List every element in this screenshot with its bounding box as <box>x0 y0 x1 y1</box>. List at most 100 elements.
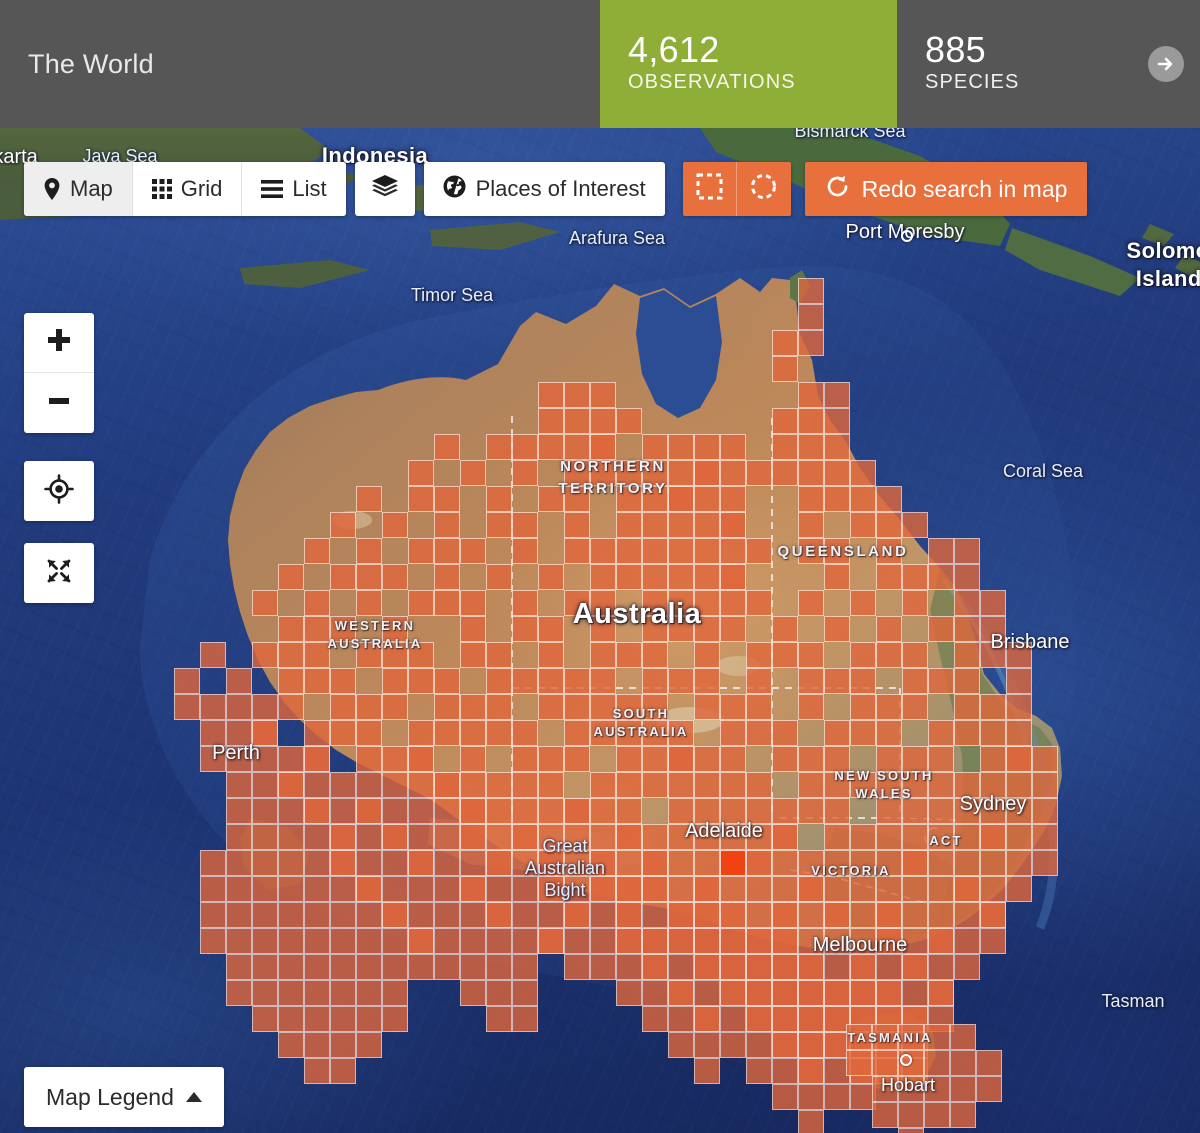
observation-grid-cell[interactable] <box>564 928 590 954</box>
observation-grid-cell[interactable] <box>512 434 538 460</box>
observation-grid-cell[interactable] <box>434 876 460 902</box>
observation-grid-cell[interactable] <box>252 850 278 876</box>
observation-grid-cell[interactable] <box>304 668 330 694</box>
observation-grid-cell[interactable] <box>564 720 590 746</box>
observation-grid-cell[interactable] <box>382 564 408 590</box>
observation-grid-cell[interactable] <box>564 824 590 850</box>
tab-list[interactable]: List <box>242 162 346 216</box>
observation-grid-cell[interactable] <box>382 876 408 902</box>
observation-grid-cell[interactable] <box>330 954 356 980</box>
observation-grid-cell[interactable] <box>1006 746 1032 772</box>
observation-grid-cell[interactable] <box>616 538 642 564</box>
observation-grid-cell[interactable] <box>694 980 720 1006</box>
observation-grid-cell[interactable] <box>746 850 772 876</box>
observation-grid-cell[interactable] <box>798 928 824 954</box>
observation-grid-cell[interactable] <box>564 538 590 564</box>
observation-grid-cell[interactable] <box>824 538 850 564</box>
observation-grid-cell[interactable] <box>876 954 902 980</box>
observation-grid-cell[interactable] <box>356 798 382 824</box>
observation-grid-cell[interactable] <box>304 1032 330 1058</box>
tab-map[interactable]: Map <box>24 162 133 216</box>
observation-grid-cell[interactable] <box>590 564 616 590</box>
observation-grid-cell[interactable] <box>746 720 772 746</box>
observation-grid-cell[interactable] <box>512 616 538 642</box>
observation-grid-cell[interactable] <box>304 902 330 928</box>
observation-grid-cell[interactable] <box>694 486 720 512</box>
draw-tools-group[interactable] <box>682 162 791 216</box>
observation-grid-cell[interactable] <box>954 798 980 824</box>
observation-grid-cell[interactable] <box>668 746 694 772</box>
observation-grid-cell[interactable] <box>928 772 954 798</box>
observation-grid-cell[interactable] <box>460 590 486 616</box>
observation-grid-cell[interactable] <box>330 1058 356 1084</box>
observation-grid-cell[interactable] <box>798 954 824 980</box>
observation-grid-cell[interactable] <box>924 1102 950 1128</box>
observation-grid-cell[interactable] <box>668 460 694 486</box>
stat-species[interactable]: 885 SPECIES <box>897 0 1200 128</box>
observation-grid-cell[interactable] <box>980 850 1006 876</box>
observation-grid-cell[interactable] <box>616 720 642 746</box>
observation-grid-cell[interactable] <box>304 772 330 798</box>
observation-grid-cell[interactable] <box>694 512 720 538</box>
observation-grid-cell[interactable] <box>798 772 824 798</box>
observation-grid-cell[interactable] <box>694 460 720 486</box>
observation-grid-cell[interactable] <box>980 902 1006 928</box>
observation-grid-cell[interactable] <box>720 902 746 928</box>
observation-grid-cell[interactable] <box>928 980 954 1006</box>
observation-grid-cell[interactable] <box>616 746 642 772</box>
observation-grid-cell[interactable] <box>226 928 252 954</box>
observation-grid-cell[interactable] <box>772 408 798 434</box>
observation-grid-cell[interactable] <box>928 668 954 694</box>
observation-grid-cell[interactable] <box>460 824 486 850</box>
observation-grid-cell[interactable] <box>720 616 746 642</box>
observation-grid-cell[interactable] <box>304 642 330 668</box>
observation-grid-cell[interactable] <box>616 408 642 434</box>
observation-grid-cell[interactable] <box>590 824 616 850</box>
observation-grid-cell[interactable] <box>590 772 616 798</box>
observation-grid-cell[interactable] <box>976 1050 1002 1076</box>
observation-grid-cell[interactable] <box>824 954 850 980</box>
observation-grid-cell[interactable] <box>798 512 824 538</box>
observation-grid-cell[interactable] <box>382 954 408 980</box>
observation-grid-cell[interactable] <box>564 694 590 720</box>
observation-grid-cell[interactable] <box>616 902 642 928</box>
observation-grid-cell[interactable] <box>616 824 642 850</box>
observation-grid-cell[interactable] <box>824 902 850 928</box>
observation-grid-layer[interactable] <box>0 128 1200 1133</box>
observation-grid-cell[interactable] <box>356 902 382 928</box>
observation-grid-cell[interactable] <box>824 1084 850 1110</box>
observation-grid-cell[interactable] <box>590 642 616 668</box>
observation-grid-cell[interactable] <box>226 902 252 928</box>
observation-grid-cell[interactable] <box>954 824 980 850</box>
observation-grid-cell[interactable] <box>304 720 330 746</box>
observation-grid-cell[interactable] <box>772 798 798 824</box>
observation-grid-cell[interactable] <box>928 564 954 590</box>
observation-grid-cell[interactable] <box>356 720 382 746</box>
stat-observations[interactable]: 4,612 OBSERVATIONS <box>600 0 897 128</box>
observation-grid-cell[interactable] <box>1006 850 1032 876</box>
observation-grid-cell[interactable] <box>590 616 616 642</box>
observation-grid-cell[interactable] <box>382 746 408 772</box>
observation-grid-cell[interactable] <box>330 772 356 798</box>
observation-grid-cell[interactable] <box>772 1032 798 1058</box>
observation-grid-cell[interactable] <box>278 642 304 668</box>
observation-grid-cell[interactable] <box>902 668 928 694</box>
observation-grid-cell[interactable] <box>434 486 460 512</box>
observation-grid-cell[interactable] <box>382 616 408 642</box>
observation-grid-cell[interactable] <box>798 278 824 304</box>
map-canvas[interactable]: IndonesiaAustraliaSolomonIslandsJava Sea… <box>0 128 1200 1133</box>
observation-grid-cell[interactable] <box>928 538 954 564</box>
observation-grid-cell[interactable] <box>278 876 304 902</box>
observation-grid-cell[interactable] <box>356 590 382 616</box>
observation-grid-cell[interactable] <box>590 954 616 980</box>
observation-grid-cell[interactable] <box>1006 876 1032 902</box>
observation-grid-cell[interactable] <box>590 538 616 564</box>
observation-grid-cell[interactable] <box>304 538 330 564</box>
observation-grid-cell[interactable] <box>434 850 460 876</box>
observation-grid-cell[interactable] <box>408 824 434 850</box>
map-viewport[interactable]: IndonesiaAustraliaSolomonIslandsJava Sea… <box>0 128 1200 1133</box>
observation-grid-cell[interactable] <box>226 980 252 1006</box>
observation-grid-cell[interactable] <box>252 694 278 720</box>
observation-grid-cell[interactable] <box>668 538 694 564</box>
observation-grid-cell[interactable] <box>720 486 746 512</box>
